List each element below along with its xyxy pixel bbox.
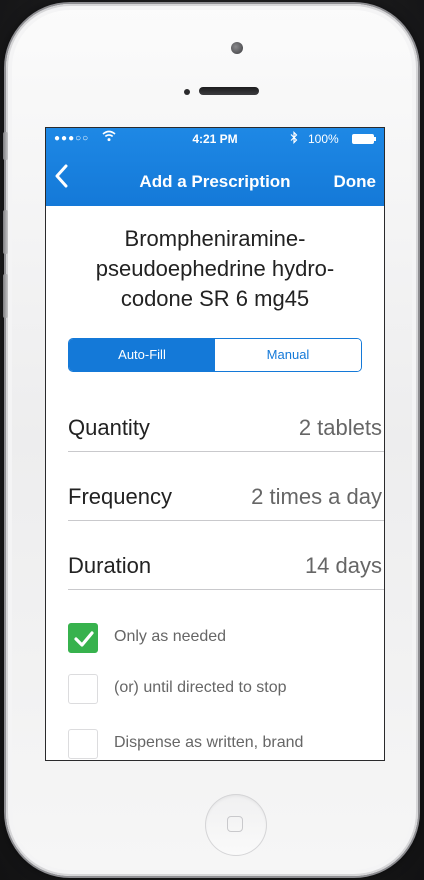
status-bar: ●●●○○ 4:21 PM 100% (46, 128, 384, 150)
home-square-icon (227, 816, 243, 832)
duration-row[interactable]: Duration 14 days (68, 542, 384, 590)
done-button[interactable]: Done (334, 172, 377, 192)
earpiece-speaker (199, 87, 259, 95)
proximity-sensor (184, 89, 190, 95)
dispense-as-written-option[interactable]: Dispense as written, brand (68, 729, 384, 760)
until-directed-option[interactable]: (or) until directed to stop (68, 674, 384, 708)
option-label: (or) until directed to stop (114, 679, 287, 696)
mute-switch (3, 132, 8, 160)
mode-segmented-control: Auto-Fill Manual (68, 338, 362, 372)
checkbox-checked[interactable] (68, 623, 98, 653)
app-screen: ●●●○○ 4:21 PM 100% Add a Prescription Do… (46, 128, 384, 760)
drug-name-line-1: Brompheniramine- (124, 226, 306, 251)
option-label: Dispense as written, brand (114, 734, 304, 751)
only-as-needed-option[interactable]: Only as needed (68, 623, 384, 657)
front-camera (231, 42, 243, 54)
checkmark-icon (74, 631, 94, 647)
manual-segment[interactable]: Manual (215, 339, 361, 371)
quantity-value[interactable]: 2 tablets (299, 415, 382, 441)
drug-name-line-3: codone SR 6 mg45 (120, 286, 310, 311)
navigation-bar: ●●●○○ 4:21 PM 100% Add a Prescription Do… (46, 128, 384, 206)
frequency-value[interactable]: 2 times a day (251, 484, 382, 510)
quantity-label: Quantity (68, 415, 150, 440)
checkbox-unchecked[interactable] (68, 729, 98, 759)
drug-name: Brompheniramine- pseudoephedrine hydro- … (66, 224, 364, 314)
auto-fill-segment[interactable]: Auto-Fill (69, 339, 215, 371)
volume-down-button (3, 274, 8, 318)
duration-value[interactable]: 14 days (305, 553, 382, 579)
home-button[interactable] (205, 794, 267, 856)
checkbox-unchecked[interactable] (68, 674, 98, 704)
quantity-row[interactable]: Quantity 2 tablets (68, 404, 384, 452)
volume-up-button (3, 210, 8, 254)
duration-label: Duration (68, 553, 152, 578)
bluetooth-icon (290, 131, 298, 147)
battery-icon (352, 134, 376, 144)
option-label: Only as needed (114, 628, 227, 645)
frequency-label: Frequency (68, 484, 172, 509)
battery-percent: 100% (308, 132, 339, 146)
frequency-row[interactable]: Frequency 2 times a day (68, 473, 384, 521)
drug-name-line-2: pseudoephedrine hydro- (95, 256, 335, 281)
